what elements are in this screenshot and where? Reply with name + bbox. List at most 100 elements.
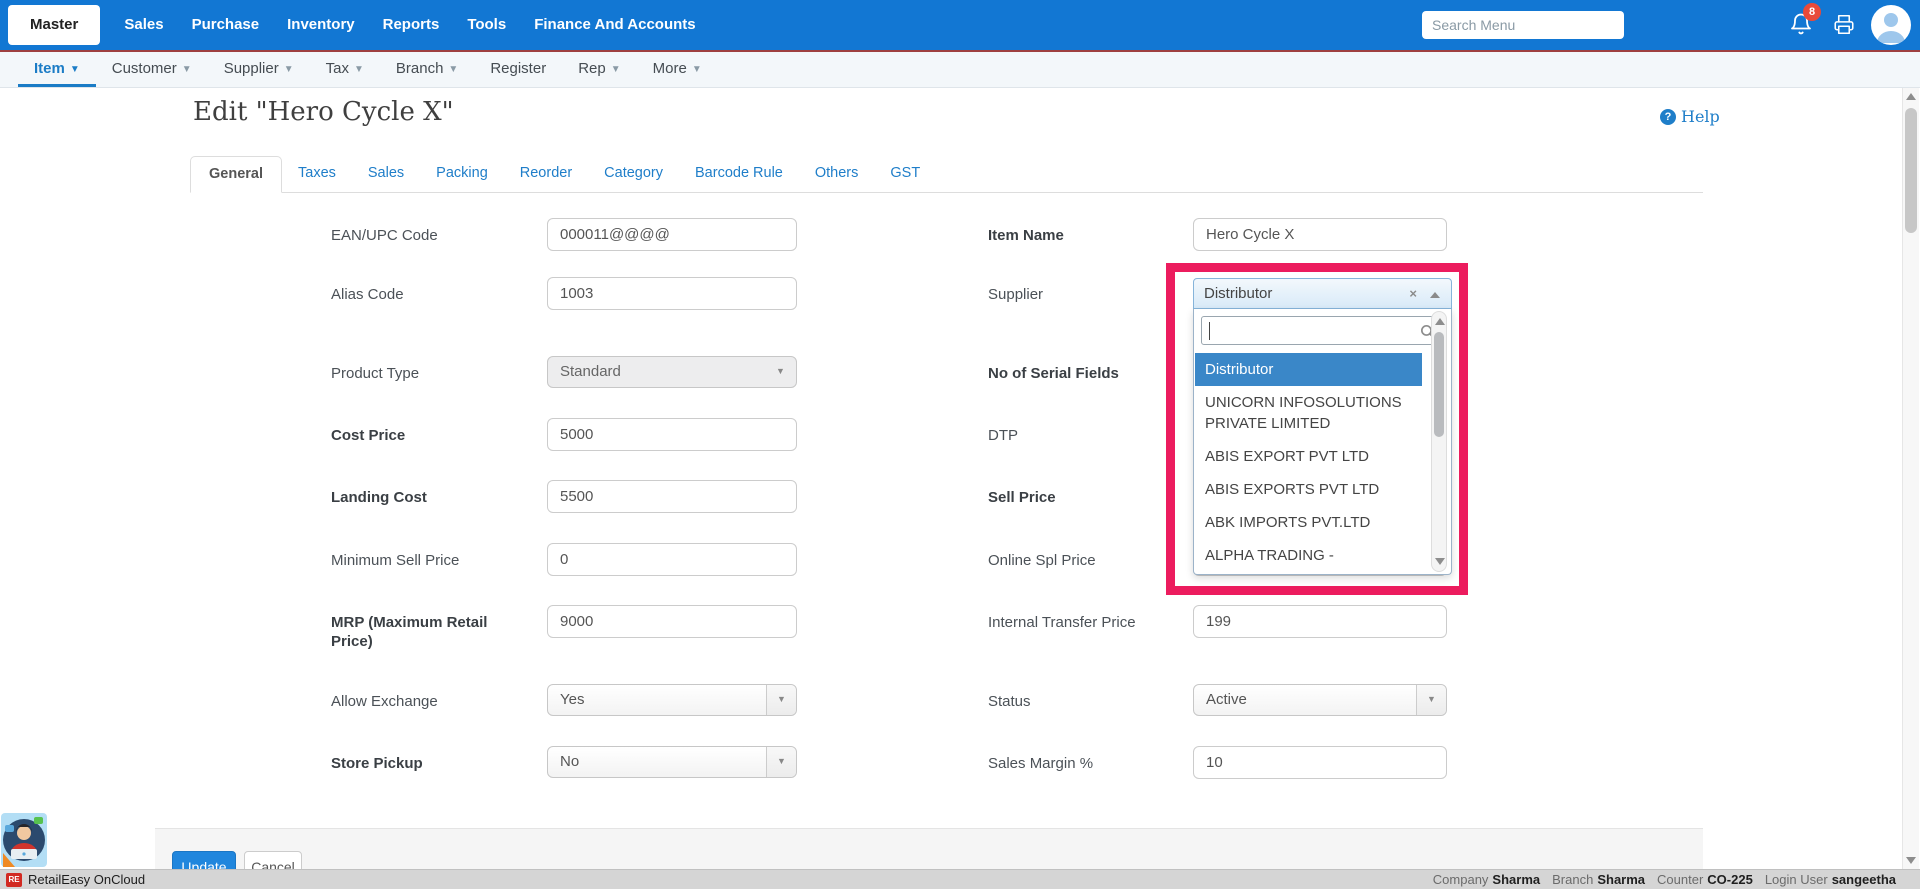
status-value: Sharma [1492, 872, 1540, 887]
field-input-alias-code[interactable] [547, 277, 797, 310]
help-label: Help [1681, 107, 1720, 126]
status-label: Branch [1552, 872, 1593, 887]
status-value: Sharma [1597, 872, 1645, 887]
field-input-minimum-sell-price[interactable] [547, 543, 797, 576]
subnav-item-item[interactable]: Item▼ [18, 52, 96, 87]
tab-packing[interactable]: Packing [420, 156, 504, 193]
topmenu-master[interactable]: Master [8, 5, 100, 45]
chevron-down-icon: ▼ [448, 64, 458, 75]
tab-gst[interactable]: GST [874, 156, 936, 193]
supplier-option-alpha-trading-enterprises[interactable]: ALPHA TRADING - ENTERPRISES [1195, 539, 1422, 571]
tab-category[interactable]: Category [588, 156, 679, 193]
scroll-up-icon[interactable] [1906, 93, 1916, 100]
tab-barcode-rule[interactable]: Barcode Rule [679, 156, 799, 193]
chevron-down-icon [766, 747, 796, 777]
page-title: Edit "Hero Cycle X" [193, 97, 454, 127]
tab-taxes[interactable]: Taxes [282, 156, 352, 193]
supplier-selected-value: Distributor [1204, 285, 1272, 302]
app-identity[interactable]: RE RetailEasy OnCloud [0, 872, 145, 887]
chevron-down-icon [766, 685, 796, 715]
chevron-down-icon: ▼ [692, 64, 702, 75]
scroll-up-icon[interactable] [1435, 318, 1445, 325]
field-label-cost-price: Cost Price [331, 426, 527, 445]
scroll-down-icon[interactable] [1435, 558, 1445, 565]
supplier-option-abis-exports-pvt-ltd[interactable]: ABIS EXPORTS PVT LTD [1195, 473, 1422, 506]
field-input-cost-price[interactable] [547, 418, 797, 451]
topmenu-purchase[interactable]: Purchase [178, 0, 274, 50]
item-edit-tabs: GeneralTaxesSalesPackingReorderCategoryB… [190, 155, 1703, 193]
tab-general[interactable]: General [190, 156, 282, 193]
master-subnav: Item▼Customer▼Supplier▼Tax▼Branch▼ Regist… [0, 52, 1920, 88]
subnav-label: Register [490, 60, 546, 77]
subnav-item-register[interactable]: Register [474, 52, 562, 87]
help-link[interactable]: ? Help [1660, 107, 1720, 126]
topmenu-tools[interactable]: Tools [453, 0, 520, 50]
question-circle-icon: ? [1660, 109, 1676, 125]
topmenu-sales[interactable]: Sales [110, 0, 177, 50]
supplier-option-abk-imports-pvt-ltd[interactable]: ABK IMPORTS PVT.LTD [1195, 506, 1422, 539]
page-scrollbar[interactable] [1902, 88, 1919, 869]
scrollbar-thumb[interactable] [1434, 332, 1444, 437]
field-label-ean-upc-code: EAN/UPC Code [331, 226, 527, 245]
user-avatar[interactable] [1871, 5, 1911, 45]
supplier-option-distributor[interactable]: Distributor [1195, 353, 1422, 386]
topmenu-reports[interactable]: Reports [369, 0, 454, 50]
field-label-minimum-sell-price: Minimum Sell Price [331, 551, 527, 570]
app-name: RetailEasy OnCloud [28, 872, 145, 887]
notification-badge: 8 [1803, 3, 1821, 21]
subnav-item-rep[interactable]: Rep ▼ [562, 52, 636, 87]
topmenu-inventory[interactable]: Inventory [273, 0, 369, 50]
scroll-down-icon[interactable] [1906, 857, 1916, 864]
select-value: Standard [560, 363, 621, 380]
supplier-select[interactable]: Distributor × [1193, 278, 1452, 309]
field-label-mrp-maximum-retail-price: MRP (Maximum Retail Price) [331, 613, 527, 651]
field-label-product-type: Product Type [331, 364, 527, 383]
chevron-down-icon: ▼ [284, 64, 294, 75]
chevron-up-icon [1430, 292, 1440, 298]
tab-reorder[interactable]: Reorder [504, 156, 588, 193]
dropdown-scrollbar[interactable] [1431, 311, 1447, 572]
subnav-item-branch[interactable]: Branch▼ [380, 52, 474, 87]
top-menubar: MasterSalesPurchaseInventoryReportsTools… [0, 0, 1920, 50]
field-select-store-pickup[interactable]: No [547, 746, 797, 778]
scrollbar-thumb[interactable] [1905, 108, 1917, 233]
search-input[interactable] [1422, 11, 1624, 39]
status-label: Login User [1765, 872, 1828, 887]
field-input-ean-upc-code[interactable] [547, 218, 797, 251]
support-chat-avatar[interactable] [1, 813, 47, 867]
subnav-item-tax[interactable]: Tax▼ [310, 52, 380, 87]
supplier-option-unicorn-infosolutions-private-limited[interactable]: UNICORN INFOSOLUTIONS PRIVATE LIMITED [1195, 386, 1422, 440]
text-cursor [1209, 322, 1210, 340]
printer-icon[interactable] [1833, 14, 1855, 40]
topmenu-finance-and-accounts[interactable]: Finance And Accounts [520, 0, 709, 50]
chevron-down-icon: ▼ [182, 64, 192, 75]
subnav-item-customer[interactable]: Customer▼ [96, 52, 208, 87]
subnav-item-supplier[interactable]: Supplier▼ [208, 52, 310, 87]
chevron-down-icon: ▼ [611, 64, 621, 75]
field-input-mrp-maximum-retail-price[interactable] [547, 605, 797, 638]
status-label: Company [1433, 872, 1489, 887]
field-input-internal-transfer-price[interactable] [1193, 605, 1447, 638]
chevron-down-icon [1416, 685, 1446, 715]
subnav-label: More [653, 60, 687, 77]
subnav-item-more[interactable]: More ▼ [637, 52, 718, 87]
field-input-sales-margin[interactable] [1193, 746, 1447, 779]
field-select-allow-exchange[interactable]: Yes [547, 684, 797, 716]
field-input-landing-cost[interactable] [547, 480, 797, 513]
field-label-sales-margin: Sales Margin % [988, 754, 1184, 773]
field-label-allow-exchange: Allow Exchange [331, 692, 527, 711]
supplier-search-input[interactable] [1201, 316, 1444, 345]
field-label-landing-cost: Landing Cost [331, 488, 527, 507]
field-input-item-name[interactable] [1193, 218, 1447, 251]
tab-sales[interactable]: Sales [352, 156, 420, 193]
supplier-dropdown-panel: DistributorUNICORN INFOSOLUTIONS PRIVATE… [1193, 309, 1452, 575]
chevron-down-icon [766, 357, 796, 387]
select-value: Active [1206, 691, 1247, 708]
subnav-label: Rep [578, 60, 606, 77]
supplier-option-abis-export-pvt-ltd[interactable]: ABIS EXPORT PVT LTD [1195, 440, 1422, 473]
field-select-status[interactable]: Active [1193, 684, 1447, 716]
select-value: No [560, 753, 579, 770]
tab-others[interactable]: Others [799, 156, 875, 193]
field-label-status: Status [988, 692, 1184, 711]
clear-selection-icon[interactable]: × [1409, 286, 1417, 301]
